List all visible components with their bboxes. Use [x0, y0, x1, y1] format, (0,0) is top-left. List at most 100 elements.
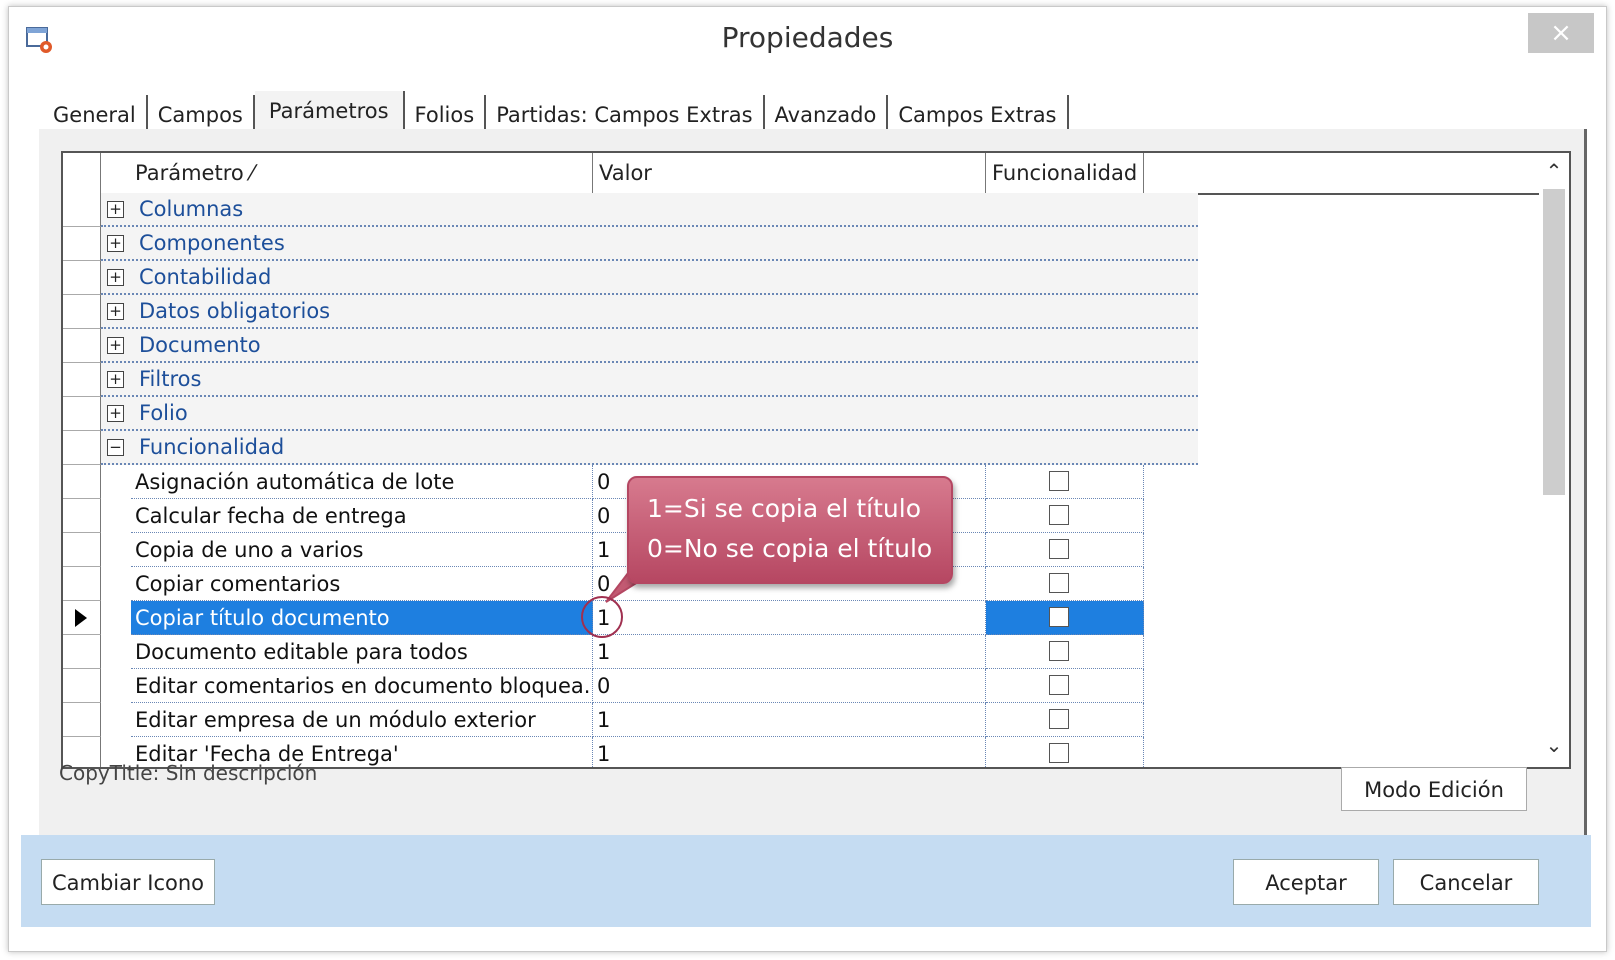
group-row[interactable]: + Filtros — [63, 363, 1198, 397]
header-parametro[interactable]: Parámetro ⁄ — [101, 153, 593, 193]
funcionalidad-cell[interactable] — [986, 533, 1144, 567]
tab-partidas-campos-extras[interactable]: Partidas: Campos Extras — [486, 95, 765, 131]
funcionalidad-checkbox[interactable] — [1049, 505, 1069, 525]
row-selector[interactable] — [63, 669, 101, 703]
parameter-value[interactable]: 1 — [593, 635, 986, 669]
parameter-value[interactable]: 1 — [593, 703, 986, 737]
group-header[interactable]: + Datos obligatorios — [101, 295, 1198, 329]
scroll-up-icon[interactable]: ⌃ — [1539, 159, 1569, 187]
row-selector[interactable] — [63, 499, 101, 533]
group-row[interactable]: + Folio — [63, 397, 1198, 431]
funcionalidad-checkbox[interactable] — [1049, 641, 1069, 661]
funcionalidad-checkbox[interactable] — [1049, 675, 1069, 695]
header-selector-column — [63, 153, 101, 193]
row-selector[interactable] — [63, 193, 101, 227]
row-selector[interactable] — [63, 465, 101, 499]
funcionalidad-checkbox[interactable] — [1049, 471, 1069, 491]
row-selector[interactable] — [63, 397, 101, 431]
group-row[interactable]: + Datos obligatorios — [63, 295, 1198, 329]
title-bar: Propiedades × — [9, 7, 1606, 71]
row-selector[interactable] — [63, 431, 101, 465]
parameter-value[interactable]: 1 — [593, 737, 986, 767]
expand-toggle-icon[interactable]: − — [107, 439, 124, 456]
row-selector[interactable] — [63, 329, 101, 363]
parameter-row[interactable]: Editar comentarios en documento bloquea.… — [63, 669, 1198, 703]
funcionalidad-cell[interactable] — [986, 737, 1144, 767]
row-selector[interactable] — [63, 601, 101, 635]
parameter-description: CopyTitle: Sin descripción — [59, 761, 318, 785]
row-selector[interactable] — [63, 295, 101, 329]
tab-general[interactable]: General — [43, 95, 148, 131]
tab-campos[interactable]: Campos — [148, 95, 255, 131]
scrollbar-thumb[interactable] — [1543, 189, 1565, 495]
header-funcionalidad[interactable]: Funcionalidad — [986, 153, 1144, 193]
row-selector[interactable] — [63, 261, 101, 295]
group-row[interactable]: + Componentes — [63, 227, 1198, 261]
expand-toggle-icon[interactable]: + — [107, 405, 124, 422]
funcionalidad-checkbox[interactable] — [1049, 539, 1069, 559]
group-header[interactable]: − Funcionalidad — [101, 431, 1198, 465]
row-selector[interactable] — [63, 363, 101, 397]
group-header[interactable]: + Filtros — [101, 363, 1198, 397]
funcionalidad-cell[interactable] — [986, 499, 1144, 533]
parameter-row[interactable]: Editar empresa de un módulo exterior 1 — [63, 703, 1198, 737]
group-header[interactable]: + Columnas — [101, 193, 1198, 227]
funcionalidad-cell[interactable] — [986, 601, 1144, 635]
funcionalidad-cell[interactable] — [986, 669, 1144, 703]
expand-toggle-icon[interactable]: + — [107, 371, 124, 388]
expand-toggle-icon[interactable]: + — [107, 269, 124, 286]
funcionalidad-checkbox[interactable] — [1049, 743, 1069, 763]
dialog-footer: Cambiar Icono Aceptar Cancelar — [21, 835, 1591, 927]
funcionalidad-checkbox[interactable] — [1049, 607, 1069, 627]
parameter-name[interactable]: Copiar título documento — [131, 601, 593, 635]
close-button[interactable]: × — [1528, 13, 1594, 53]
row-selector[interactable] — [63, 533, 101, 567]
group-header[interactable]: + Contabilidad — [101, 261, 1198, 295]
expand-toggle-icon[interactable]: + — [107, 337, 124, 354]
group-header[interactable]: + Folio — [101, 397, 1198, 431]
tab-campos-extras[interactable]: Campos Extras — [888, 95, 1069, 131]
expand-toggle-icon[interactable]: + — [107, 303, 124, 320]
group-label: Filtros — [139, 367, 202, 391]
group-header[interactable]: + Componentes — [101, 227, 1198, 261]
parameters-grid[interactable]: Parámetro ⁄ Valor Funcionalidad + Columna… — [61, 151, 1571, 769]
cancelar-button[interactable]: Cancelar — [1393, 859, 1539, 905]
vertical-scrollbar[interactable]: ⌃ ⌄ — [1539, 153, 1569, 767]
tab-avanzado[interactable]: Avanzado — [765, 95, 889, 131]
funcionalidad-checkbox[interactable] — [1049, 709, 1069, 729]
group-row[interactable]: + Contabilidad — [63, 261, 1198, 295]
tab-folios[interactable]: Folios — [405, 95, 487, 131]
parameter-name[interactable]: Documento editable para todos — [131, 635, 593, 669]
funcionalidad-cell[interactable] — [986, 567, 1144, 601]
header-valor[interactable]: Valor — [593, 153, 986, 193]
group-row[interactable]: + Columnas — [63, 193, 1198, 227]
row-selector[interactable] — [63, 567, 101, 601]
tab-parametros[interactable]: Parámetros — [254, 91, 405, 131]
aceptar-button[interactable]: Aceptar — [1233, 859, 1379, 905]
scroll-down-icon[interactable]: ⌄ — [1539, 733, 1569, 761]
parameter-name[interactable]: Calcular fecha de entrega — [131, 499, 593, 533]
modo-edicion-button[interactable]: Modo Edición — [1341, 767, 1527, 811]
row-selector[interactable] — [63, 703, 101, 737]
parameter-name[interactable]: Copia de uno a varios — [131, 533, 593, 567]
group-header[interactable]: + Documento — [101, 329, 1198, 363]
parameter-row[interactable]: Documento editable para todos 1 — [63, 635, 1198, 669]
funcionalidad-cell[interactable] — [986, 465, 1144, 499]
group-row[interactable]: + Documento — [63, 329, 1198, 363]
parameter-name[interactable]: Editar comentarios en documento bloquea.… — [131, 669, 593, 703]
parameter-value[interactable]: 0 — [593, 669, 986, 703]
funcionalidad-cell[interactable] — [986, 635, 1144, 669]
row-selector[interactable] — [63, 635, 101, 669]
group-row[interactable]: − Funcionalidad — [63, 431, 1198, 465]
parameter-name[interactable]: Asignación automática de lote — [131, 465, 593, 499]
cambiar-icono-button[interactable]: Cambiar Icono — [41, 859, 215, 905]
funcionalidad-checkbox[interactable] — [1049, 573, 1069, 593]
parameter-name[interactable]: Copiar comentarios — [131, 567, 593, 601]
expand-toggle-icon[interactable]: + — [107, 235, 124, 252]
parameter-name[interactable]: Editar empresa de un módulo exterior — [131, 703, 593, 737]
group-label: Documento — [139, 333, 261, 357]
expand-toggle-icon[interactable]: + — [107, 201, 124, 218]
row-selector[interactable] — [63, 227, 101, 261]
group-label: Folio — [139, 401, 188, 425]
funcionalidad-cell[interactable] — [986, 703, 1144, 737]
